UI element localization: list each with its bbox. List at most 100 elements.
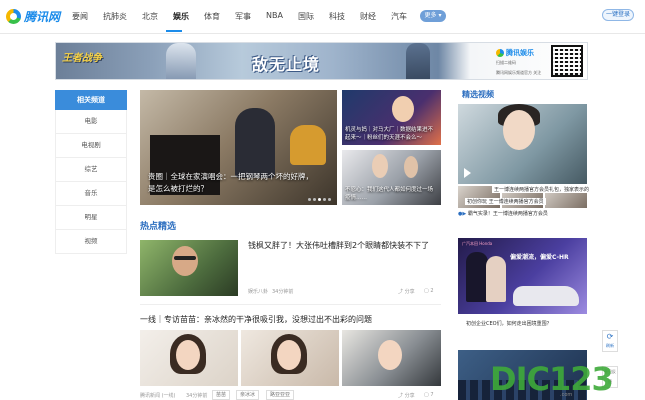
banner-character-image	[406, 43, 430, 79]
ent-logo-text: 腾讯娱乐	[506, 49, 534, 57]
nav-item-auto[interactable]: 汽车	[391, 11, 407, 22]
ent-logo-icon	[496, 49, 504, 57]
news-time: 34分钟前	[272, 289, 294, 295]
share-button[interactable]: ⤴ 分享	[398, 288, 415, 295]
logo-icon	[6, 9, 21, 24]
nav-item-military[interactable]: 军事	[235, 11, 251, 22]
person-image	[172, 246, 198, 276]
watermark-sub: .com	[560, 392, 573, 398]
divider	[140, 304, 441, 305]
sidebar-item-stars[interactable]: 明星	[55, 206, 127, 230]
comment-button[interactable]: ▢ 2	[424, 288, 434, 294]
news-headline[interactable]: 钱枫又胖了！大张伟吐槽胖到2个眼睛都快装不下了	[248, 240, 448, 252]
person-image	[404, 156, 418, 178]
login-button[interactable]: 一键登录	[602, 9, 634, 21]
person-face-image	[277, 340, 301, 370]
nav-item-beijing[interactable]: 北京	[142, 11, 158, 22]
nav-item-finance[interactable]: 财经	[360, 11, 376, 22]
news-tag[interactable]: 亲冰冰	[236, 390, 260, 400]
ent-follow-text: 腾讯网娱乐频道官方 关注	[496, 70, 542, 75]
main-nav: 要闻 抗肺炎 北京 娱乐 体育 军事 NBA 国际 科技 财经 汽车	[72, 11, 422, 22]
news-thumbnail[interactable]	[241, 330, 339, 386]
ad-slogan: 偏爱潮流，偏爱C-HR	[510, 254, 569, 261]
more-channels-button[interactable]: 更多 ▾	[420, 10, 446, 22]
sidebar-item-movies[interactable]: 电影	[55, 110, 127, 134]
nav-item-nba[interactable]: NBA	[266, 11, 283, 22]
comment-count: 2	[430, 288, 434, 294]
carousel-dot[interactable]	[323, 198, 326, 201]
side-news-caption[interactable]: 不忍心：我们这代人都如何度过一场疫情……	[345, 186, 437, 202]
sidebar-item-video[interactable]: 视频	[55, 230, 127, 254]
side-news-card[interactable]: 机灵与妈｜对马大厂｜数据结果进不起来～｜粉丝们的天涯不会么～	[342, 90, 441, 145]
nav-item-tech[interactable]: 科技	[329, 11, 345, 22]
person-image	[486, 256, 506, 302]
nav-item-news[interactable]: 要闻	[72, 11, 88, 22]
watermark-logo: DIC123	[490, 360, 614, 398]
car-advertisement[interactable]: 广汽本田 Honda 偏爱潮流，偏爱C-HR	[458, 238, 587, 314]
person-face-image	[176, 340, 200, 370]
hot-picks-title: 热点精选	[140, 222, 177, 232]
news-headline[interactable]: 一线｜专访苗苗：亲冰然的干净很吸引我，没想过出不出彩的问题	[140, 314, 372, 325]
ad-banner[interactable]: 王者战争 敌无止境 腾讯娱乐 扫描二维码 腾讯网娱乐频道官方 关注	[55, 42, 588, 80]
video-item-title[interactable]: 王一博连续两播官方会员礼包，独家表示的	[492, 186, 592, 193]
person-image	[466, 252, 488, 302]
side-news-card[interactable]: 不忍心：我们这代人都如何度过一场疫情……	[342, 150, 441, 205]
banner-game-name: 王者战争	[62, 53, 102, 64]
refresh-label: 刷新	[606, 343, 614, 348]
carousel-dot[interactable]	[308, 198, 311, 201]
comment-button[interactable]: ▢ 7	[424, 392, 434, 398]
news-source[interactable]: 腾讯新闻 (一线)	[140, 392, 176, 399]
nav-item-entertainment[interactable]: 娱乐	[173, 11, 189, 22]
share-label: 分享	[404, 289, 415, 295]
chair-image	[290, 125, 326, 165]
person-face-image	[503, 110, 535, 150]
news-tag[interactable]: 路亚亚亚	[266, 390, 295, 400]
related-channels-sidebar: 相关频道 电影 电视剧 综艺 音乐 明星 视频	[55, 90, 127, 254]
top-navigation-bar: 腾讯网 要闻 抗肺炎 北京 娱乐 体育 军事 NBA 国际 科技 财经 汽车 更…	[0, 0, 645, 34]
active-nav-indicator	[166, 30, 182, 32]
share-button[interactable]: ⤴ 分享	[398, 392, 415, 399]
featured-video-player[interactable]	[458, 104, 587, 184]
nav-item-sports[interactable]: 体育	[204, 11, 220, 22]
ad-brand: 广汽本田 Honda	[462, 241, 493, 246]
person-image	[392, 96, 414, 122]
sidebar-heading: 相关频道	[55, 90, 127, 110]
ent-logo: 腾讯娱乐	[496, 48, 551, 58]
news-source[interactable]: 娱乐八卦	[248, 288, 268, 295]
hero-carousel[interactable]: 贵圈｜全球在家演唱会：一把钢琴两个坏的好牌，是怎么被打烂的？	[140, 90, 337, 205]
carousel-dot[interactable]	[328, 198, 331, 201]
video-item-title[interactable]: 初创你玩 王一博连续两播官方会员	[465, 198, 546, 205]
site-logo[interactable]: 腾讯网	[6, 8, 60, 25]
news-thumbnail[interactable]	[140, 330, 238, 386]
comment-count: 7	[430, 392, 434, 398]
play-icon[interactable]	[464, 168, 471, 178]
news-thumbnail[interactable]	[342, 330, 441, 386]
pianist-image	[235, 108, 275, 178]
news-time: 34分钟前	[186, 393, 208, 399]
qr-code-icon	[551, 45, 583, 77]
ad-caption[interactable]: 初创企业CEO们，如何走出困境重围？	[466, 320, 552, 327]
share-label: 分享	[404, 393, 415, 399]
featured-video-title: 精选视频	[462, 90, 494, 99]
banner-character-image	[166, 43, 196, 79]
video-item-title[interactable]: ●▶ 霸气实录！王一博连续两播官方会员	[458, 210, 548, 217]
logo-text: 腾讯网	[24, 10, 61, 24]
refresh-icon: ⟳	[606, 332, 614, 341]
glasses-image	[174, 256, 196, 260]
ent-scan-text: 扫描二维码	[496, 60, 516, 65]
side-news-caption[interactable]: 机灵与妈｜对马大厂｜数据结果进不起来～｜粉丝们的天涯不会么～	[345, 126, 437, 142]
news-thumbnail[interactable]	[140, 240, 238, 296]
banner-ent-block: 腾讯娱乐 扫描二维码 腾讯网娱乐频道官方 关注	[496, 48, 551, 76]
sidebar-item-tv[interactable]: 电视剧	[55, 134, 127, 158]
hero-caption[interactable]: 贵圈｜全球在家演唱会：一把钢琴两个坏的好牌，是怎么被打烂的？	[148, 171, 318, 195]
news-tag[interactable]: 苗苗	[212, 390, 231, 400]
video-item-label: 霸气实录！王一博连续两播官方会员	[467, 211, 548, 217]
nav-item-pneumonia[interactable]: 抗肺炎	[103, 11, 127, 22]
car-image	[513, 286, 579, 306]
carousel-dot-active[interactable]	[318, 198, 321, 201]
sidebar-item-variety[interactable]: 综艺	[55, 158, 127, 182]
refresh-button[interactable]: ⟳ 刷新	[602, 330, 618, 352]
nav-item-world[interactable]: 国际	[298, 11, 314, 22]
sidebar-item-music[interactable]: 音乐	[55, 182, 127, 206]
carousel-dot[interactable]	[313, 198, 316, 201]
